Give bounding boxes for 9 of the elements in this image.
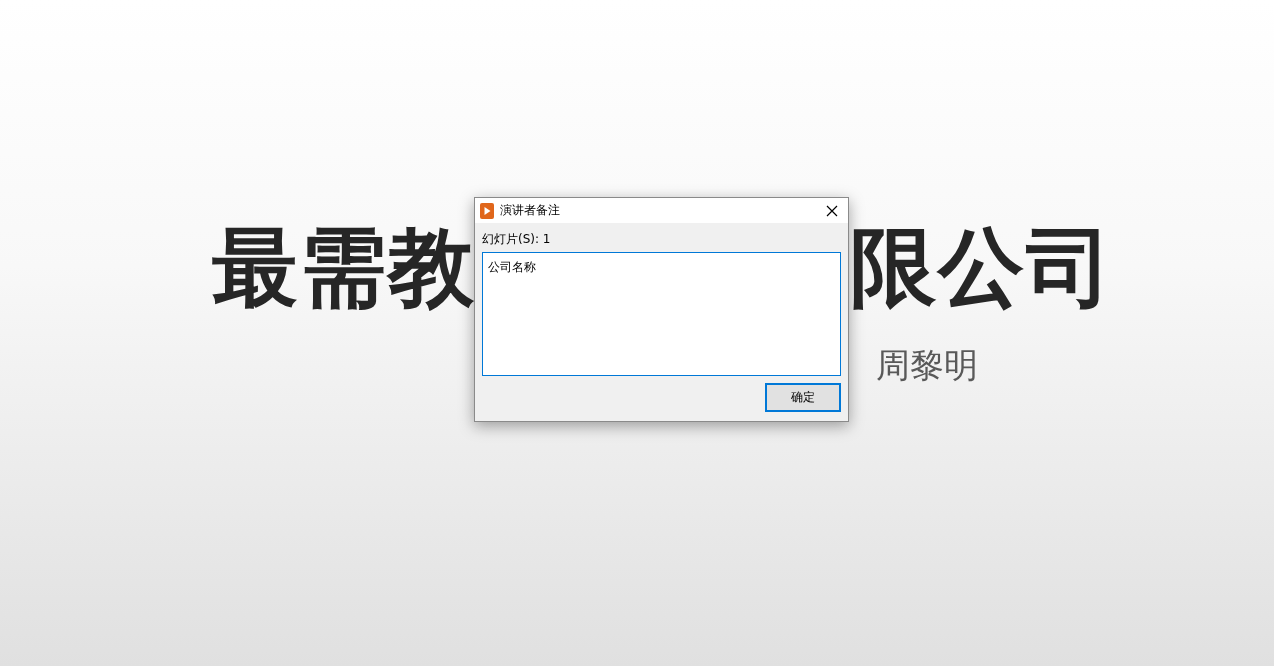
slide-title: 限公司 [850,224,1114,310]
notes-field[interactable]: 公司名称 [482,252,841,376]
slide-number-label: 幻灯片(S): 1 [482,231,551,248]
slide-title: 最需教 [212,224,476,310]
dialog-title: 演讲者备注 [500,202,561,219]
play-icon [480,202,494,219]
close-icon [826,204,838,217]
ok-button[interactable]: 确定 [765,383,841,412]
slide-subtitle: 周黎明 [876,347,978,385]
